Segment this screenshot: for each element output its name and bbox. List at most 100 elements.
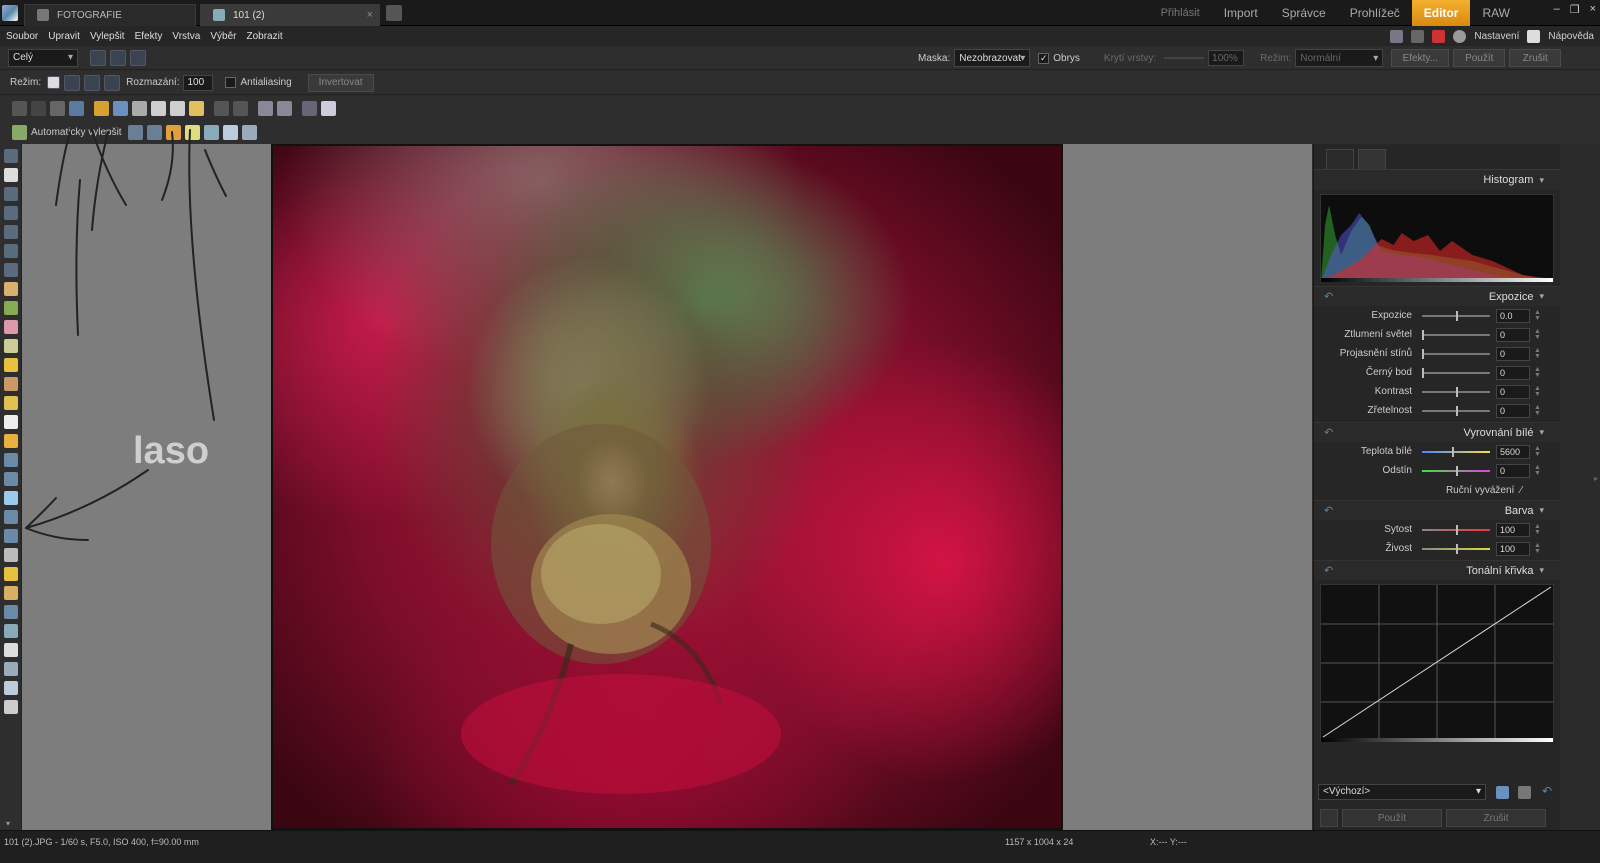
mode-import[interactable]: Import [1212,0,1270,26]
blackpoint-slider[interactable] [1422,367,1490,378]
tab-info-icon[interactable] [1358,149,1386,169]
color-header[interactable]: ↶ Barva [1314,500,1560,520]
spin-icon[interactable]: ▲ ▼ [1534,309,1541,322]
crop-tool-icon[interactable] [4,187,18,201]
adjust-layer-icon[interactable] [4,681,18,695]
mode-editor[interactable]: Editor [1411,0,1471,26]
menu-effects[interactable]: Efekty [130,31,168,42]
new-tab-icon[interactable] [386,4,402,21]
antialias-checkbox[interactable] [225,77,237,88]
menu-layer[interactable]: Vrstva [167,31,205,42]
delete-preset-icon[interactable] [1518,786,1531,799]
layer-grid-icon[interactable] [130,49,146,66]
opacity-slider[interactable] [1164,57,1205,59]
cut-icon[interactable] [170,100,185,116]
shadows-slider[interactable] [1422,348,1490,359]
mode-raw[interactable]: RAW [1470,0,1522,26]
manual-wb-row[interactable]: Ruční vyvážení ⁄ [1314,480,1560,500]
straighten-tool-icon[interactable] [4,206,18,220]
stamp-tool-icon[interactable] [4,339,18,353]
shadows-input[interactable]: 0 [1496,346,1530,361]
pencil-tool-icon[interactable] [4,396,18,410]
poly-lasso-icon[interactable] [4,510,18,524]
new-selection-icon[interactable] [47,76,61,89]
exposure-input[interactable]: 0.0 [1496,308,1530,323]
invert-button[interactable]: Invertovat [307,73,374,92]
vector-tool-icon[interactable] [4,605,18,619]
outline-checkbox[interactable]: ✓ [1038,52,1050,64]
blend-select[interactable]: Normální [1295,49,1384,67]
vibrance-input[interactable]: 100 [1496,541,1530,556]
spin-icon[interactable]: ▲ ▼ [1534,445,1541,458]
print-icon[interactable] [1411,29,1425,43]
menu-enhance[interactable]: Vylepšit [85,31,130,42]
redeye-tool-icon[interactable] [4,301,18,315]
select-all-icon[interactable] [90,49,106,66]
more-tools-icon[interactable] [241,124,257,140]
eraser-tool-icon[interactable] [4,415,18,429]
split-view-icon[interactable] [321,100,336,116]
close-tab-icon[interactable]: × [367,9,373,21]
collapse-panel-icon[interactable]: ▸ [1594,474,1598,483]
temperature-slider[interactable] [1422,446,1490,457]
spin-icon[interactable]: ▲ ▼ [1534,542,1541,555]
exposure-header[interactable]: ↶ Expozice [1314,286,1560,306]
forward-icon[interactable] [69,100,84,116]
gradient-tool-icon[interactable] [4,434,18,448]
panel-apply-button[interactable]: Použít [1342,809,1442,827]
highlights-slider[interactable] [1422,329,1490,340]
eyedropper-icon[interactable]: ⁄ [1520,485,1522,496]
gear-icon[interactable] [1453,29,1467,43]
tab-adjust-icon[interactable] [1326,149,1354,169]
spin-icon[interactable]: ▲ ▼ [1534,464,1541,477]
image-adjust-icon[interactable] [222,124,238,140]
spin-icon[interactable]: ▲ ▼ [1534,328,1541,341]
rotate-left-icon[interactable] [258,100,273,116]
ellipse-select-icon[interactable] [4,472,18,486]
mask-tool-icon[interactable] [4,624,18,638]
save-icon[interactable] [113,100,128,116]
scope-select[interactable]: Celý [8,48,78,67]
lock-icon[interactable] [1320,809,1338,827]
blackpoint-input[interactable]: 0 [1496,365,1530,380]
tint-slider[interactable] [1422,465,1490,476]
menu-view[interactable]: Zobrazit [241,31,287,42]
clarity-slider[interactable] [1422,405,1490,416]
menu-edit[interactable]: Upravit [43,31,85,42]
resize-tool-icon[interactable] [4,244,18,258]
contrast-input[interactable]: 0 [1496,384,1530,399]
spin-icon[interactable]: ▲ ▼ [1534,366,1541,379]
clone-tool-icon[interactable] [4,320,18,334]
apply-button[interactable]: Použít [1453,49,1506,67]
help-link[interactable]: Nápověda [1548,31,1594,42]
fill-tool-icon[interactable] [4,567,18,581]
hand-tool-icon[interactable] [4,168,18,182]
feather-input[interactable]: 100 [183,74,214,91]
move-icon[interactable] [31,100,46,116]
lasso-tool-icon[interactable] [4,491,18,505]
help-icon[interactable] [1527,29,1541,43]
mode-manager[interactable]: Správce [1270,0,1338,26]
rect-select-icon[interactable] [4,453,18,467]
frame-tool-icon[interactable] [4,282,18,296]
exposure-slider[interactable] [1422,310,1490,321]
vibrance-slider[interactable] [1422,543,1490,554]
image-icon[interactable] [4,662,18,676]
brush-tool-icon[interactable] [4,358,18,372]
light-icon[interactable] [184,124,200,140]
text-tool-icon[interactable] [4,548,18,562]
restore-button[interactable]: ❐ [1570,3,1580,16]
spin-icon[interactable]: ▲ ▼ [1534,385,1541,398]
sharpen-icon[interactable] [203,124,219,140]
settings-link[interactable]: Nastavení [1474,31,1519,42]
photo-canvas[interactable] [271,144,1063,830]
effects-button[interactable]: Efekty... [1391,49,1450,67]
highlights-input[interactable]: 0 [1496,327,1530,342]
menu-file[interactable]: Soubor [1,31,43,42]
single-view-icon[interactable] [302,100,317,116]
clarity-input[interactable]: 0 [1496,403,1530,418]
notifications-icon[interactable] [1432,29,1446,43]
reset-whitebalance-icon[interactable]: ↶ [1324,426,1333,439]
opacity-input[interactable]: 100% [1208,50,1245,66]
layers-icon[interactable] [4,643,18,657]
